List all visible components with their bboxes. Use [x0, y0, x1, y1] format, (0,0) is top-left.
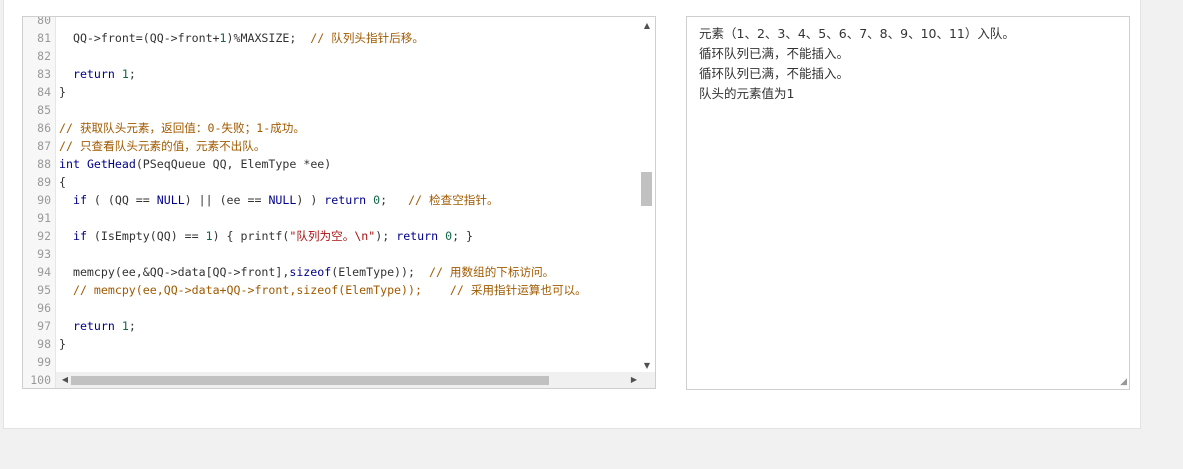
- code-line[interactable]: 98}: [23, 335, 641, 353]
- output-line: 循环队列已满，不能插入。: [699, 66, 850, 81]
- output-line: 元素（1、2、3、4、5、6、7、8、9、10、11）入队。: [699, 26, 1015, 41]
- vertical-scroll-thumb[interactable]: [641, 172, 652, 206]
- code-line[interactable]: 88 int GetHead(PSeqQueue QQ, ElemType *ee…: [23, 155, 641, 173]
- code-line[interactable]: 80: [23, 16, 641, 29]
- code-text: memcpy(ee,&QQ->data[QQ->front],sizeof(El…: [59, 265, 555, 279]
- code-line[interactable]: 99: [23, 353, 641, 371]
- code-text: int GetHead(PSeqQueue QQ, ElemType *ee): [59, 157, 332, 171]
- vertical-scrollbar[interactable]: ▲ ▼: [639, 17, 655, 373]
- scroll-down-arrow-icon[interactable]: ▼: [639, 359, 655, 373]
- main-panel: 80 81 QQ->front=(QQ->front+1)%MAXSIZE; //…: [3, 0, 1141, 429]
- line-number: 83: [37, 67, 51, 81]
- code-line[interactable]: 93: [23, 245, 641, 263]
- code-line[interactable]: 89 {: [23, 173, 641, 191]
- code-line[interactable]: 92 if (IsEmpty(QQ) == 1) { printf("队列为空。…: [23, 227, 641, 245]
- code-text: }: [59, 85, 66, 99]
- code-line[interactable]: 97 return 1;: [23, 317, 641, 335]
- scroll-left-arrow-icon[interactable]: ◀: [58, 372, 72, 388]
- output-textarea[interactable]: 元素（1、2、3、4、5、6、7、8、9、10、11）入队。 循环队列已满，不能…: [686, 16, 1130, 390]
- code-text: if (IsEmpty(QQ) == 1) { printf("队列为空。\n"…: [72, 229, 474, 243]
- code-text: QQ->front=(QQ->front+1)%MAXSIZE; // 队列头指…: [59, 31, 424, 45]
- horizontal-scrollbar[interactable]: ◀ ▶: [56, 372, 641, 388]
- line-number: 84: [37, 85, 51, 99]
- line-number: 99: [37, 355, 51, 369]
- code-text: // memcpy(ee,QQ->data+QQ->front,sizeof(E…: [72, 283, 587, 297]
- line-number: 95: [37, 283, 51, 297]
- code-text: }: [59, 337, 66, 351]
- code-line[interactable]: 81 QQ->front=(QQ->front+1)%MAXSIZE; // 队…: [23, 29, 641, 47]
- line-number: 80: [37, 16, 51, 27]
- code-text: return 1;: [72, 67, 136, 81]
- line-number: 88: [37, 157, 51, 171]
- scrollbar-corner: [639, 372, 655, 388]
- code-line[interactable]: 94 memcpy(ee,&QQ->data[QQ->front],sizeof…: [23, 263, 641, 281]
- line-number: 100: [30, 373, 51, 387]
- line-number: 86: [37, 121, 51, 135]
- code-text: return 1;: [72, 319, 136, 333]
- code-line[interactable]: 83 return 1;: [23, 65, 641, 83]
- code-text: if ( (QQ == NULL) || (ee == NULL) ) retu…: [72, 193, 499, 207]
- line-number: 82: [37, 49, 51, 63]
- line-number: 89: [37, 175, 51, 189]
- code-editor[interactable]: 80 81 QQ->front=(QQ->front+1)%MAXSIZE; //…: [22, 16, 656, 389]
- code-text: // 只查看队头元素的值，元素不出队。: [59, 139, 266, 153]
- code-text: {: [59, 175, 66, 189]
- line-number: 81: [37, 31, 51, 45]
- line-number: 85: [37, 103, 51, 117]
- code-text: // 获取队头元素，返回值：0-失败；1-成功。: [59, 121, 305, 135]
- line-number: 94: [37, 265, 51, 279]
- code-line[interactable]: 82: [23, 47, 641, 65]
- resize-handle-icon[interactable]: ◢: [1117, 377, 1127, 387]
- line-number: 93: [37, 247, 51, 261]
- code-line[interactable]: 90 if ( (QQ == NULL) || (ee == NULL) ) r…: [23, 191, 641, 209]
- code-line[interactable]: 84}: [23, 83, 641, 101]
- code-line[interactable]: 91: [23, 209, 641, 227]
- line-number: 97: [37, 319, 51, 333]
- line-number: 87: [37, 139, 51, 153]
- code-line[interactable]: 87 // 只查看队头元素的值，元素不出队。: [23, 137, 641, 155]
- code-line[interactable]: 86 // 获取队头元素，返回值：0-失败；1-成功。: [23, 119, 641, 137]
- code-line[interactable]: 85: [23, 101, 641, 119]
- code-content[interactable]: 80 81 QQ->front=(QQ->front+1)%MAXSIZE; //…: [23, 16, 641, 388]
- line-number: 91: [37, 211, 51, 225]
- horizontal-scroll-thumb[interactable]: [71, 376, 549, 385]
- code-line[interactable]: 96: [23, 299, 641, 317]
- code-line[interactable]: 95 // memcpy(ee,QQ->data+QQ->front,sizeo…: [23, 281, 641, 299]
- line-number: 90: [37, 193, 51, 207]
- output-line: 队头的元素值为1: [699, 86, 795, 101]
- scroll-up-arrow-icon[interactable]: ▲: [639, 19, 655, 33]
- line-number: 92: [37, 229, 51, 243]
- output-line: 循环队列已满，不能插入。: [699, 46, 850, 61]
- line-number: 96: [37, 301, 51, 315]
- line-number: 98: [37, 337, 51, 351]
